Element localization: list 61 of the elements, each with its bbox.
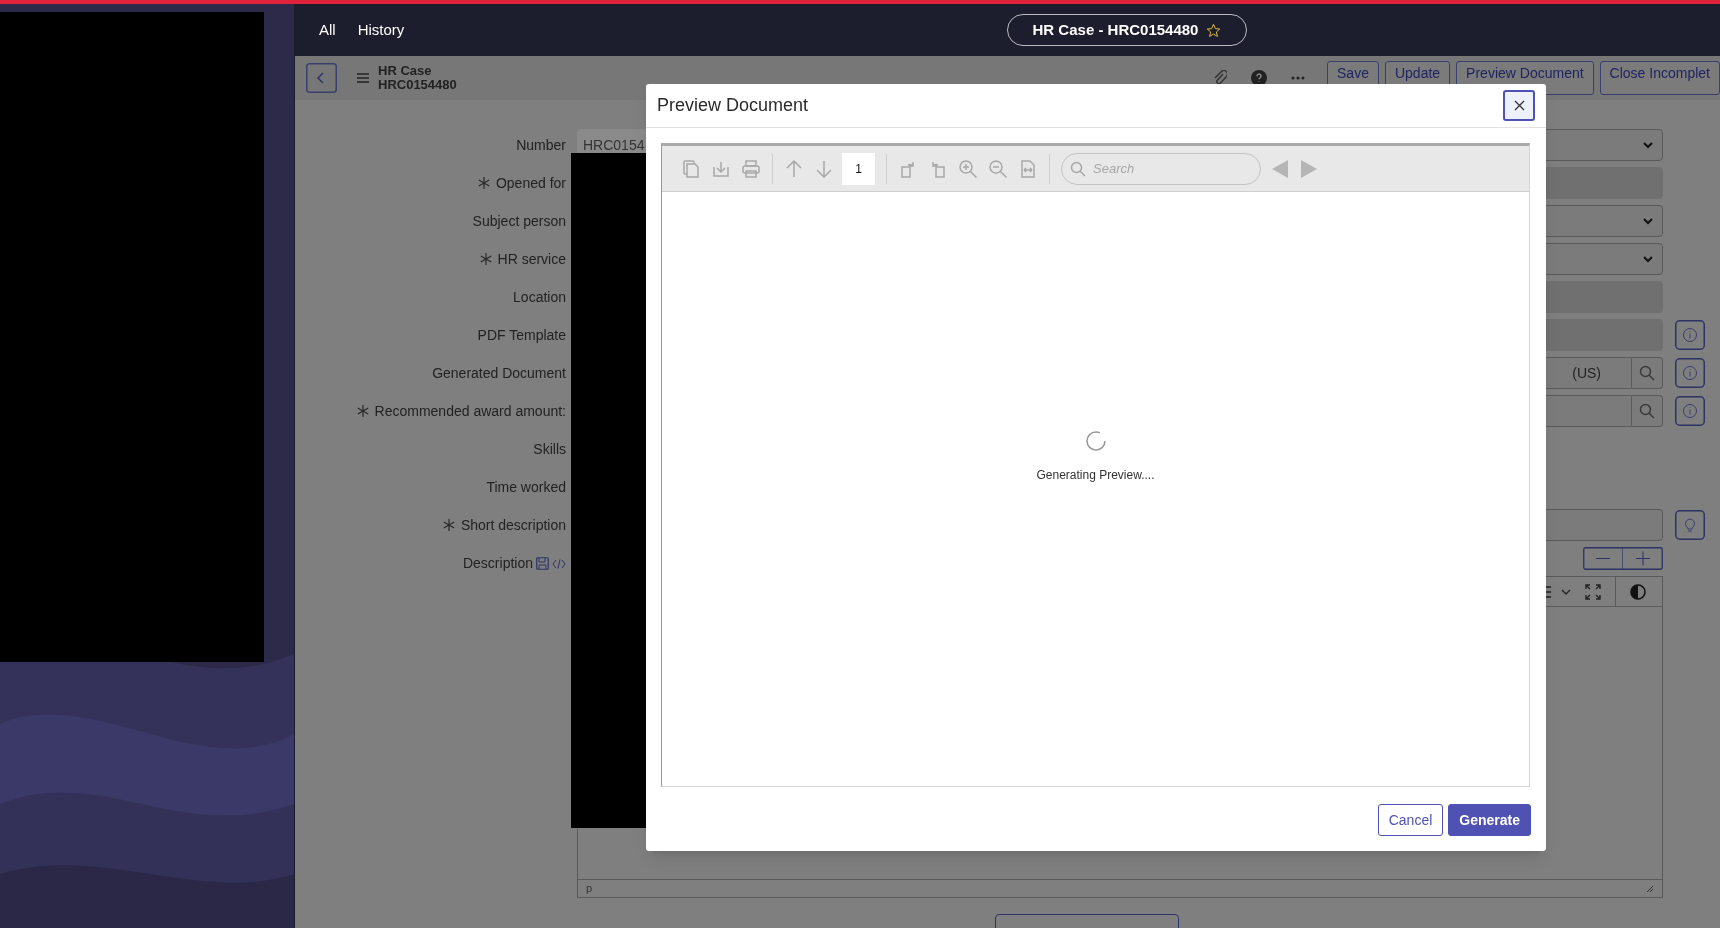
field-label: Skills bbox=[533, 439, 566, 459]
field-label: Number bbox=[516, 135, 566, 155]
field-label: Opened for bbox=[495, 173, 566, 193]
back-button[interactable] bbox=[306, 63, 337, 93]
chevron-down-icon[interactable] bbox=[1642, 217, 1654, 225]
search-icon[interactable] bbox=[1639, 365, 1655, 381]
field-label: Description bbox=[462, 554, 533, 573]
fit-width-icon[interactable] bbox=[1018, 158, 1038, 179]
save-icon[interactable] bbox=[536, 557, 549, 570]
field-label: Generated Document bbox=[432, 363, 566, 383]
info-button[interactable] bbox=[1675, 396, 1705, 426]
nav-tab[interactable]: All bbox=[319, 18, 336, 42]
field-label: Subject person bbox=[472, 211, 566, 231]
zoom-out-icon[interactable] bbox=[988, 158, 1008, 179]
code-icon[interactable] bbox=[552, 558, 566, 569]
loading-message: Generating Preview.... bbox=[1036, 467, 1155, 484]
field-label: HR service bbox=[497, 249, 566, 269]
generate-button[interactable]: Generate bbox=[1448, 804, 1531, 836]
previous-icon[interactable] bbox=[1271, 158, 1289, 179]
record-type: HR Case bbox=[378, 64, 433, 78]
more-icon[interactable] bbox=[1291, 76, 1306, 80]
cancel-button[interactable]: Cancel bbox=[1377, 804, 1444, 836]
info-button[interactable] bbox=[1675, 358, 1705, 388]
copy-icon[interactable] bbox=[681, 158, 701, 179]
zoom-in-icon[interactable] bbox=[958, 158, 978, 179]
chevron-down-icon[interactable] bbox=[1642, 141, 1654, 149]
star-icon[interactable] bbox=[1206, 22, 1222, 38]
arrow-down-icon[interactable] bbox=[814, 158, 834, 179]
paperclip-icon[interactable] bbox=[1213, 70, 1228, 86]
contrast-icon[interactable] bbox=[1630, 583, 1646, 600]
info-button[interactable] bbox=[1675, 320, 1705, 350]
record-number: HRC0154480 bbox=[378, 78, 457, 92]
chevron-down-icon[interactable] bbox=[1642, 255, 1654, 263]
dialog-title: Preview Document bbox=[657, 94, 809, 117]
search-icon[interactable] bbox=[1639, 403, 1655, 419]
field-label: Recommended award amount: bbox=[374, 401, 566, 421]
close-button[interactable] bbox=[1503, 90, 1535, 121]
resize-grip-icon[interactable] bbox=[1646, 884, 1654, 893]
search-button[interactable] bbox=[1632, 357, 1663, 389]
search-button[interactable] bbox=[1632, 395, 1663, 427]
menu-icon[interactable] bbox=[357, 73, 369, 83]
field-label: PDF Template bbox=[477, 325, 566, 345]
search-field[interactable]: Search bbox=[1061, 152, 1261, 185]
lightbulb-button[interactable] bbox=[1675, 510, 1705, 540]
chevron-down-icon[interactable] bbox=[1561, 588, 1571, 595]
next-icon[interactable] bbox=[1300, 158, 1318, 179]
fullscreen-icon[interactable] bbox=[1585, 583, 1601, 600]
print-icon[interactable] bbox=[741, 158, 761, 179]
arrow-up-icon[interactable] bbox=[784, 158, 804, 179]
field-label: Time worked bbox=[486, 477, 566, 497]
search-icon[interactable] bbox=[1070, 160, 1086, 177]
field-label: Location bbox=[513, 287, 566, 307]
loading-spinner-icon bbox=[1084, 430, 1107, 452]
field-label: Short description bbox=[460, 515, 566, 535]
close-icon bbox=[1513, 100, 1525, 111]
plus-button[interactable] bbox=[1623, 547, 1663, 570]
nav-tab[interactable]: History bbox=[357, 18, 405, 42]
minus-button[interactable] bbox=[1583, 547, 1623, 570]
partial-button[interactable] bbox=[995, 914, 1179, 928]
page-number-field[interactable]: 1 bbox=[842, 152, 875, 185]
editor-status: p bbox=[586, 881, 593, 897]
